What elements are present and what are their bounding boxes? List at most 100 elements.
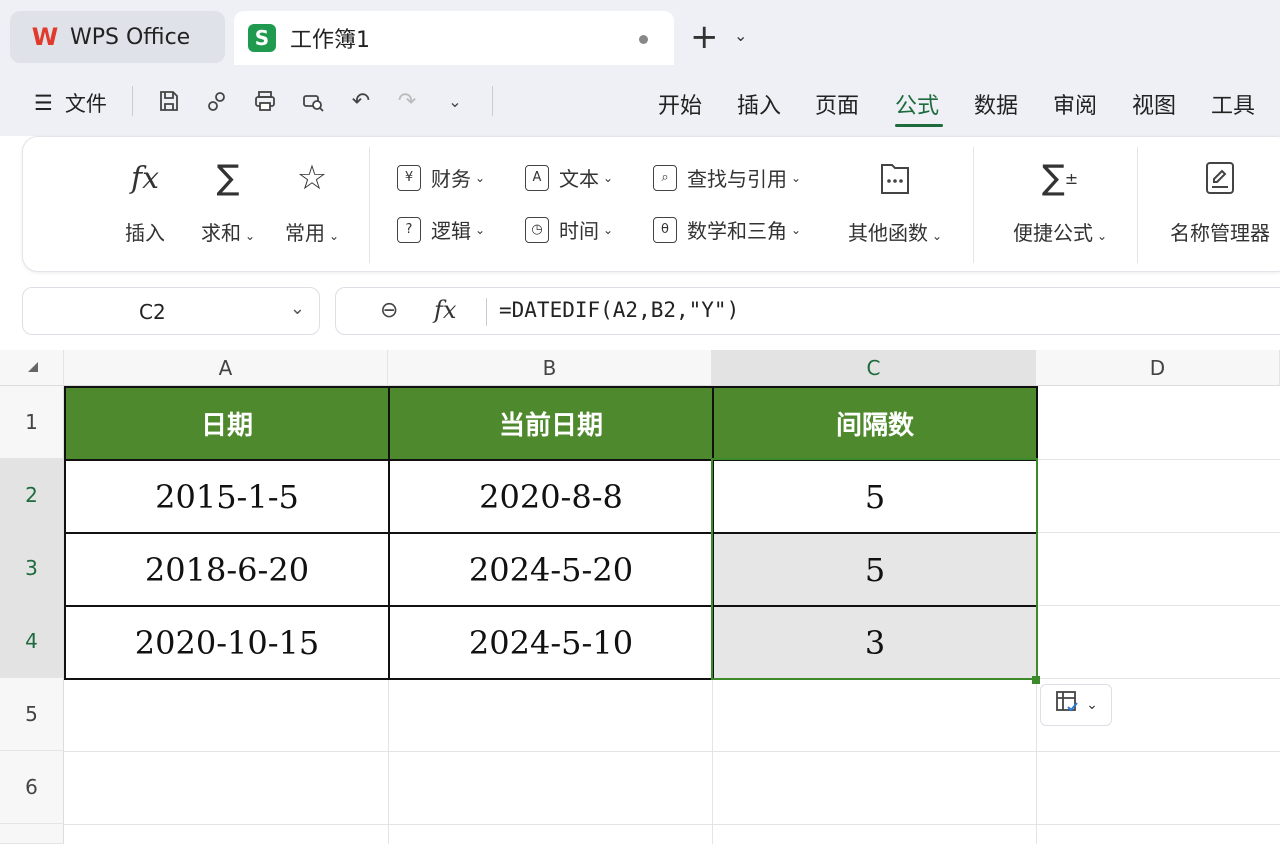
chevron-down-icon[interactable]: ⌄ [290,298,305,319]
divider [492,86,493,116]
formula-ribbon: fx 插入 ∑ 求和 ⌄ ☆ 常用 ⌄ ¥ 财务 ⌄ ? 逻辑 ⌄ A 文本 ⌄ ◷ 时间 ⌄ ⌕ 查… [22,136,1280,272]
tab-wps-office[interactable]: W WPS Office [10,11,225,63]
fill-handle[interactable] [1032,676,1040,684]
row-header-6[interactable]: 6 [0,751,64,824]
table-header-cell[interactable]: 当前日期 [388,386,714,461]
button-label: 名称管理器 [1170,221,1270,245]
wps-logo-icon: W [31,23,59,51]
table-header-cell[interactable]: 日期 [64,386,390,461]
column-header-c[interactable]: C [712,350,1036,386]
spreadsheet-grid[interactable]: A B C D 1 2 3 4 5 6 日期 当前日期 间隔数 2015-1-5… [0,350,1280,844]
table-header-cell[interactable]: 间隔数 [712,386,1038,461]
row-header-2[interactable]: 2 [0,459,64,532]
active-tab-indicator [895,124,943,127]
file-menu-label: 文件 [64,92,107,116]
tab-tools[interactable]: 工具 [1211,88,1255,120]
table-cell[interactable]: 2024-5-10 [388,605,714,680]
unsaved-dot-icon[interactable] [639,35,648,44]
text-a-icon: A [525,164,549,191]
quick-analysis-icon [1054,689,1080,721]
tab-page[interactable]: 页面 [815,88,859,120]
finance-button[interactable]: ¥ 财务 ⌄ [397,163,485,192]
new-tab-plus-icon[interactable]: + [690,20,719,54]
tab-insert[interactable]: 插入 [737,88,781,120]
button-label: 插入 [125,221,165,245]
divider [973,147,974,263]
yen-icon: ¥ [397,164,421,191]
question-icon: ? [397,216,421,243]
quick-analysis-button[interactable]: ⌄ [1040,684,1112,726]
tab-formulas[interactable]: 公式 [895,88,939,120]
fx-icon[interactable]: fx [434,296,456,324]
table-cell[interactable]: 3 [712,605,1038,680]
insert-function-button[interactable]: fx 插入 [115,155,175,246]
sigma-plus-icon: ∑ ± [1041,158,1079,198]
table-cell[interactable]: 2018-6-20 [64,532,390,607]
button-label: 求和 ⌄ [200,221,256,245]
undo-icon[interactable]: ↶ [344,86,378,116]
column-header-b[interactable]: B [388,350,712,386]
divider [369,147,370,263]
menu-row: ☰ 文件 ↶ ↷ ⌄ 开始 插入 页面 公式 数据 审阅 视图 工具 [0,66,1280,136]
common-functions-button[interactable]: ☆ 常用 ⌄ [277,155,347,246]
share-icon[interactable] [200,86,234,116]
formula-bar[interactable]: ⊖ fx =DATEDIF(A2,B2,"Y") [335,287,1280,335]
name-manager-button[interactable]: 名称管理器 [1161,155,1279,246]
column-header-d[interactable]: D [1036,350,1280,386]
table-cell[interactable]: 2015-1-5 [64,459,390,534]
time-button[interactable]: ◷ 时间 ⌄ [525,215,613,244]
gridline [64,751,1280,752]
table-cell[interactable]: 5 [712,459,1038,534]
select-all-corner[interactable] [0,350,64,386]
row-header-3[interactable]: 3 [0,532,64,605]
button-label: 便捷公式 ⌄ [1012,221,1108,245]
cell-reference: C2 [139,300,166,324]
button-label: 常用 ⌄ [284,221,340,245]
tab-label: 工作簿1 [290,28,370,53]
spreadsheet-icon: S [248,24,276,52]
tab-review[interactable]: 审阅 [1053,88,1097,120]
other-functions-button[interactable]: 其他函数 ⌄ [841,155,949,246]
hamburger-icon: ☰ [34,91,53,115]
tab-view[interactable]: 视图 [1132,88,1176,120]
name-box[interactable]: C2 ⌄ [22,287,320,335]
row-header-7[interactable] [0,824,64,844]
chevron-down-icon[interactable]: ⌄ [438,86,472,116]
more-functions-icon [841,155,949,201]
table-cell[interactable]: 2024-5-20 [388,532,714,607]
redo-icon[interactable]: ↷ [390,86,424,116]
math-button[interactable]: θ 数学和三角 ⌄ [653,215,801,244]
title-bar: W WPS Office S 工作簿1 + ⌄ [0,0,1280,66]
file-menu-button[interactable]: ☰ 文件 [34,88,107,118]
table-cell[interactable]: 5 [712,532,1038,607]
autosum-button[interactable]: ∑ 求和 ⌄ [193,155,263,246]
fx-icon: fx [130,160,160,196]
sigma-icon: ∑ [216,158,240,198]
row-header-5[interactable]: 5 [0,678,64,751]
table-cell[interactable]: 2020-10-15 [64,605,390,680]
tab-data[interactable]: 数据 [974,88,1018,120]
button-label: 其他函数 ⌄ [847,221,943,245]
text-button[interactable]: A 文本 ⌄ [525,163,613,192]
theta-icon: θ [653,216,677,243]
table-cell[interactable]: 2020-8-8 [388,459,714,534]
save-icon[interactable] [152,86,186,116]
divider [486,298,487,326]
lookup-button[interactable]: ⌕ 查找与引用 ⌄ [653,163,801,192]
divider [132,86,133,116]
tab-label: WPS Office [70,24,191,50]
name-manager-icon [1161,155,1279,201]
tab-workbook[interactable]: S 工作簿1 [234,11,674,65]
chevron-down-icon[interactable]: ⌄ [734,26,747,45]
tab-home[interactable]: 开始 [658,88,702,120]
row-header-1[interactable]: 1 [0,386,64,459]
logic-button[interactable]: ? 逻辑 ⌄ [397,215,485,244]
print-icon[interactable] [248,86,282,116]
print-preview-icon[interactable] [296,86,330,116]
row-header-4[interactable]: 4 [0,605,64,678]
column-header-a[interactable]: A [64,350,388,386]
lookup-icon: ⌕ [653,164,677,191]
formula-text[interactable]: =DATEDIF(A2,B2,"Y") [499,298,739,322]
quick-formula-button[interactable]: ∑ ± 便捷公式 ⌄ [1005,155,1115,246]
zoom-icon[interactable]: ⊖ [380,298,398,323]
